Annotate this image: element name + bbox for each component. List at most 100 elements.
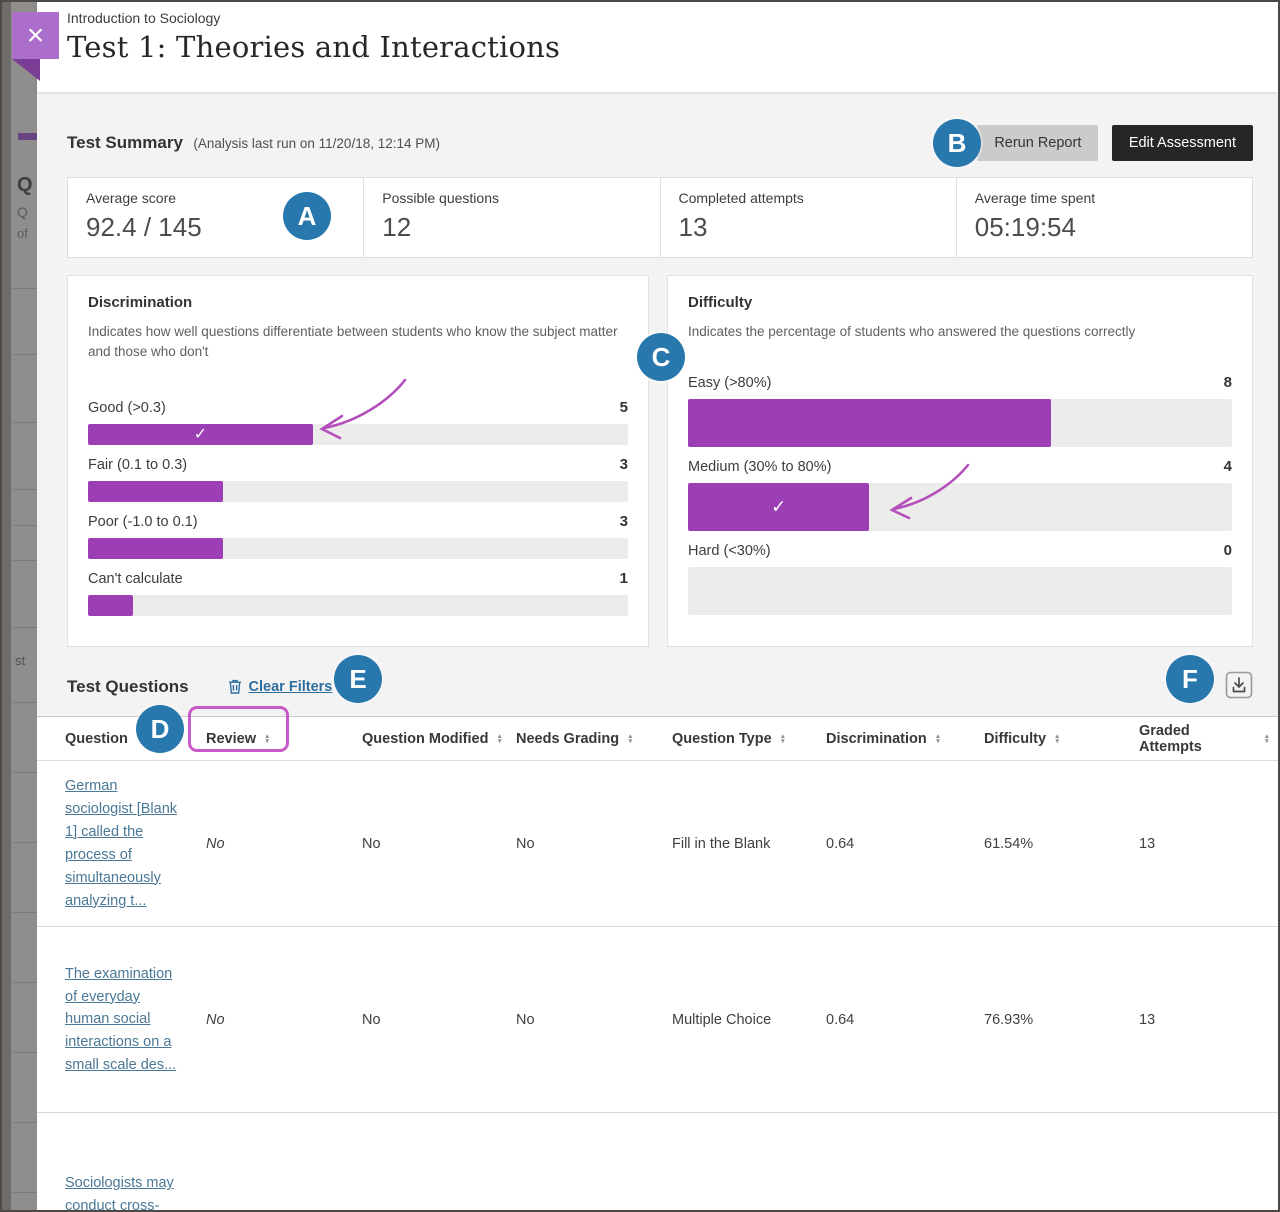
question-cell: Sociologists may conduct cross-cultural … <box>65 1158 183 1212</box>
question-link[interactable]: The examination of everyday human social… <box>65 966 176 1074</box>
bar-track <box>88 595 628 616</box>
background-divider <box>13 489 37 490</box>
question-link[interactable]: Sociologists may conduct cross-cultural … <box>65 1175 176 1212</box>
background-divider <box>13 627 37 628</box>
stat-label: Completed attempts <box>679 190 956 206</box>
background-divider <box>13 702 37 703</box>
trash-icon <box>227 678 243 695</box>
bar-label: Hard (<30%) <box>688 543 771 559</box>
bar-label: Easy (>80%) <box>688 375 771 391</box>
bar-label: Medium (30% to 80%) <box>688 459 831 475</box>
charts-row: Discrimination Indicates how well questi… <box>67 275 1253 647</box>
sort-icon: ▲▼ <box>1054 734 1060 744</box>
chart-bar-row: Can't calculate 1 <box>88 570 628 616</box>
discrimination-cell: 0.64 <box>826 1012 984 1028</box>
background-text-fragment: Q <box>17 174 33 197</box>
questions-table-header: Question Review ▲▼ Question Modified ▲▼ … <box>37 717 1278 761</box>
bar-track <box>88 538 628 559</box>
sort-icon: ▲▼ <box>780 734 786 744</box>
clear-filters-label: Clear Filters <box>249 679 333 695</box>
background-divider <box>13 288 37 289</box>
annotation-badge-c: C <box>637 333 685 381</box>
annotation-badge-a: A <box>283 192 331 240</box>
sort-icon: ▲▼ <box>1264 734 1270 744</box>
table-row: German sociologist [Blank 1] called the … <box>37 761 1278 927</box>
question-link[interactable]: German sociologist [Blank 1] called the … <box>65 778 177 909</box>
background-divider <box>13 982 37 983</box>
bar-value: 1 <box>620 570 628 587</box>
annotation-badge-e: E <box>334 655 382 703</box>
column-header-needs-grading[interactable]: Needs Grading ▲▼ <box>516 731 672 747</box>
sort-icon: ▲▼ <box>935 734 941 744</box>
chart-title: Discrimination <box>88 294 628 311</box>
sort-icon: ▲▼ <box>496 734 502 744</box>
difficulty-chart: Difficulty Indicates the percentage of s… <box>667 275 1253 647</box>
dimmed-background-page: Q Q of st <box>2 2 37 1210</box>
annotation-badge-b: B <box>933 119 981 167</box>
assessment-panel: Introduction to Sociology Test 1: Theori… <box>37 2 1278 1210</box>
bar-track <box>688 567 1232 615</box>
bar-value: 8 <box>1224 374 1232 391</box>
chart-bar-row: Fair (0.1 to 0.3) 3 <box>88 456 628 502</box>
download-results-button[interactable] <box>1225 671 1253 702</box>
column-header-question-type[interactable]: Question Type ▲▼ <box>672 731 826 747</box>
bar-fill <box>88 595 133 616</box>
chart-bar-row: Easy (>80%) 8 <box>688 374 1232 447</box>
background-divider <box>13 1122 37 1123</box>
breadcrumb: Introduction to Sociology <box>67 10 1278 26</box>
edit-assessment-button[interactable]: Edit Assessment <box>1112 125 1253 161</box>
chart-bars: Easy (>80%) 8 Medium (30% to 80%) 4 ✓ Ha… <box>688 374 1232 615</box>
difficulty-cell: 76.93% <box>984 1012 1139 1028</box>
background-divider <box>13 842 37 843</box>
background-divider <box>13 560 37 561</box>
checkmark-annotation: ✓ <box>194 424 207 444</box>
bar-track: ✓ <box>688 483 1232 531</box>
column-header-review[interactable]: Review ▲▼ <box>206 731 362 747</box>
bar-fill <box>688 399 1051 447</box>
chart-bars: Good (>0.3) 5 ✓ Fair (0.1 to 0.3) 3 Poor… <box>88 399 628 616</box>
bar-label: Fair (0.1 to 0.3) <box>88 457 187 473</box>
panel-header: Introduction to Sociology Test 1: Theori… <box>37 2 1278 92</box>
background-divider <box>13 772 37 773</box>
needs-grading-cell: No <box>516 1012 672 1028</box>
background-divider <box>13 525 37 526</box>
question-cell: The examination of everyday human social… <box>65 949 183 1092</box>
clear-filters-link[interactable]: Clear Filters <box>227 678 333 695</box>
summary-stats-row: Average score 92.4 / 145 Possible questi… <box>67 177 1253 258</box>
stat-value: 12 <box>382 212 659 243</box>
annotation-badge-f: F <box>1166 655 1214 703</box>
background-page-edge <box>2 2 11 1210</box>
questions-header-row: Test Questions Clear Filters <box>67 671 1253 702</box>
background-divider <box>13 1192 37 1193</box>
column-header-difficulty[interactable]: Difficulty ▲▼ <box>984 731 1139 747</box>
column-header-discrimination[interactable]: Discrimination ▲▼ <box>826 731 984 747</box>
summary-actions: Rerun Report Edit Assessment <box>977 125 1253 161</box>
background-accent-bar <box>18 133 37 140</box>
background-divider <box>13 422 37 423</box>
column-header-question-modified[interactable]: Question Modified ▲▼ <box>362 731 516 747</box>
stat-value: 13 <box>679 212 956 243</box>
analysis-last-run-note: (Analysis last run on 11/20/18, 12:14 PM… <box>193 136 440 151</box>
summary-heading: Test Summary (Analysis last run on 11/20… <box>67 133 440 153</box>
graded-attempts-cell: 13 <box>1139 1012 1278 1028</box>
stat-value: 05:19:54 <box>975 212 1252 243</box>
question-type-cell: Multiple Choice <box>672 1012 826 1028</box>
close-panel-button[interactable]: × <box>12 12 59 59</box>
stat-possible-questions: Possible questions 12 <box>363 178 659 257</box>
needs-grading-cell: No <box>516 836 672 852</box>
stat-completed-attempts: Completed attempts 13 <box>660 178 956 257</box>
discrimination-chart: Discrimination Indicates how well questi… <box>67 275 649 647</box>
bar-label: Poor (-1.0 to 0.1) <box>88 514 198 530</box>
chart-bar-row: Good (>0.3) 5 ✓ <box>88 399 628 445</box>
column-header-graded-attempts[interactable]: Graded Attempts ▲▼ <box>1139 723 1278 755</box>
background-divider <box>13 1052 37 1053</box>
bar-value: 5 <box>620 399 628 416</box>
discrimination-cell: 0.64 <box>826 836 984 852</box>
bar-label: Can't calculate <box>88 571 183 587</box>
question-cell: German sociologist [Blank 1] called the … <box>65 761 183 926</box>
rerun-report-button[interactable]: Rerun Report <box>977 125 1098 161</box>
bar-fill <box>88 538 223 559</box>
chart-bar-row: Poor (-1.0 to 0.1) 3 <box>88 513 628 559</box>
questions-table-body: German sociologist [Blank 1] called the … <box>37 761 1278 1212</box>
background-divider <box>13 912 37 913</box>
